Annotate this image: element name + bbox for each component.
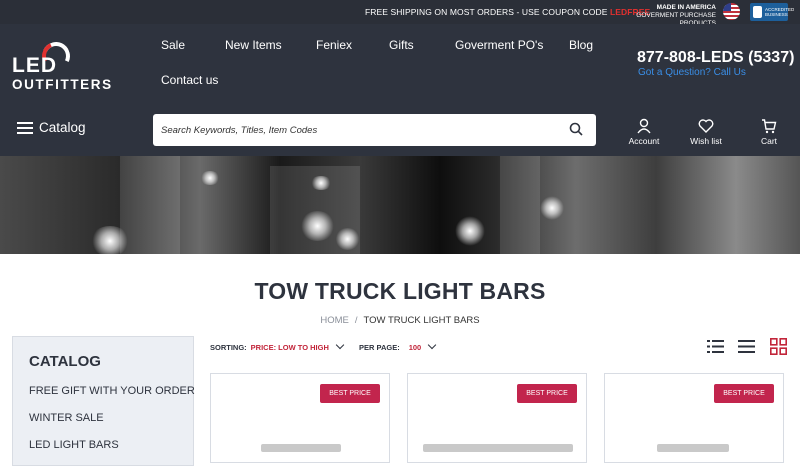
sorting-label: SORTING: <box>210 343 247 352</box>
site-logo[interactable]: LED OUTFITTERS <box>12 38 111 92</box>
cart-icon <box>762 119 777 134</box>
sidebar-heading: CATALOG <box>29 353 101 370</box>
per-page-value: 100 <box>408 343 422 352</box>
top-announcement-bar: FREE SHIPPING ON MOST ORDERS - USE COUPO… <box>0 0 800 27</box>
nav-item-government-pos[interactable]: Goverment PO's <box>455 38 543 52</box>
nav-item-gifts[interactable]: Gifts <box>389 38 414 52</box>
account-label: Account <box>628 136 660 146</box>
sorting-value: PRICE: LOW TO HIGH <box>250 343 329 352</box>
user-icon <box>637 118 651 134</box>
logo-text-outfitters: OUTFITTERS <box>12 77 113 92</box>
bbb-accredited-badge[interactable]: ACCREDITED BUSINESS <box>750 3 794 21</box>
best-price-badge: BEST PRICE <box>320 384 380 403</box>
sidebar-item-led-light-bars[interactable]: LED LIGHT BARS <box>29 439 119 451</box>
search-input[interactable] <box>161 121 556 139</box>
nav-item-blog[interactable]: Blog <box>569 38 593 52</box>
breadcrumb-current: TOW TRUCK LIGHT BARS <box>363 315 480 326</box>
breadcrumb: HOME / TOW TRUCK LIGHT BARS <box>0 315 800 326</box>
chevron-down-icon <box>427 340 437 350</box>
page-title: TOW TRUCK LIGHT BARS <box>254 278 546 304</box>
product-image[interactable] <box>261 444 341 452</box>
promo-text: FREE SHIPPING ON MOST ORDERS - USE COUPO… <box>365 7 650 17</box>
nav-item-new-items[interactable]: New Items <box>225 38 282 52</box>
list-view-detailed-icon[interactable] <box>707 338 724 355</box>
site-header: LED OUTFITTERS Sale New Items Feniex Gif… <box>0 24 800 156</box>
sorting-dropdown[interactable]: SORTING: PRICE: LOW TO HIGH <box>210 340 345 352</box>
product-image[interactable] <box>423 444 573 452</box>
catalog-button[interactable]: Catalog <box>17 120 86 135</box>
hamburger-menu-icon <box>17 121 33 134</box>
product-image[interactable] <box>657 444 729 452</box>
promo-message: FREE SHIPPING ON MOST ORDERS - USE COUPO… <box>365 7 610 17</box>
grid-view-icon[interactable] <box>770 338 787 355</box>
list-view-icon[interactable] <box>738 338 755 355</box>
nav-item-contact-us[interactable]: Contact us <box>161 73 218 87</box>
per-page-dropdown[interactable]: PER PAGE: 100 <box>359 340 437 352</box>
wishlist-link[interactable]: Wish list <box>690 118 722 146</box>
phone-number[interactable]: 877-808-LEDS (5337) <box>637 49 794 67</box>
best-price-badge: BEST PRICE <box>714 384 774 403</box>
logo-text-led: LED <box>12 54 57 77</box>
call-us-link[interactable]: Got a Question? Call Us <box>638 67 746 78</box>
us-flag-icon <box>723 3 740 20</box>
chevron-down-icon <box>335 340 345 350</box>
sidebar-item-winter-sale[interactable]: WINTER SALE <box>29 412 104 424</box>
breadcrumb-separator: / <box>354 315 358 326</box>
wishlist-label: Wish list <box>690 136 722 146</box>
catalog-sidebar: CATALOG FREE GIFT WITH YOUR ORDER WINTER… <box>12 336 195 466</box>
hero-banner-image <box>0 156 800 254</box>
heart-icon <box>698 119 714 133</box>
made-in-america-text: MADE IN AMERICA <box>656 4 716 11</box>
bbb-seal-icon <box>753 6 762 18</box>
breadcrumb-home-link[interactable]: HOME <box>320 315 349 326</box>
nav-item-feniex[interactable]: Feniex <box>316 38 352 52</box>
nav-item-sale[interactable]: Sale <box>161 38 185 52</box>
search-box <box>153 114 596 146</box>
per-page-label: PER PAGE: <box>359 343 400 352</box>
bbb-text: ACCREDITED BUSINESS <box>765 7 795 17</box>
cart-label: Cart <box>760 136 778 146</box>
best-price-badge: BEST PRICE <box>517 384 577 403</box>
catalog-button-label: Catalog <box>39 120 86 135</box>
cart-link[interactable]: Cart <box>757 118 781 146</box>
search-icon[interactable] <box>569 122 583 136</box>
account-link[interactable]: Account <box>628 118 660 146</box>
sidebar-item-free-gift[interactable]: FREE GIFT WITH YOUR ORDER <box>29 385 195 397</box>
